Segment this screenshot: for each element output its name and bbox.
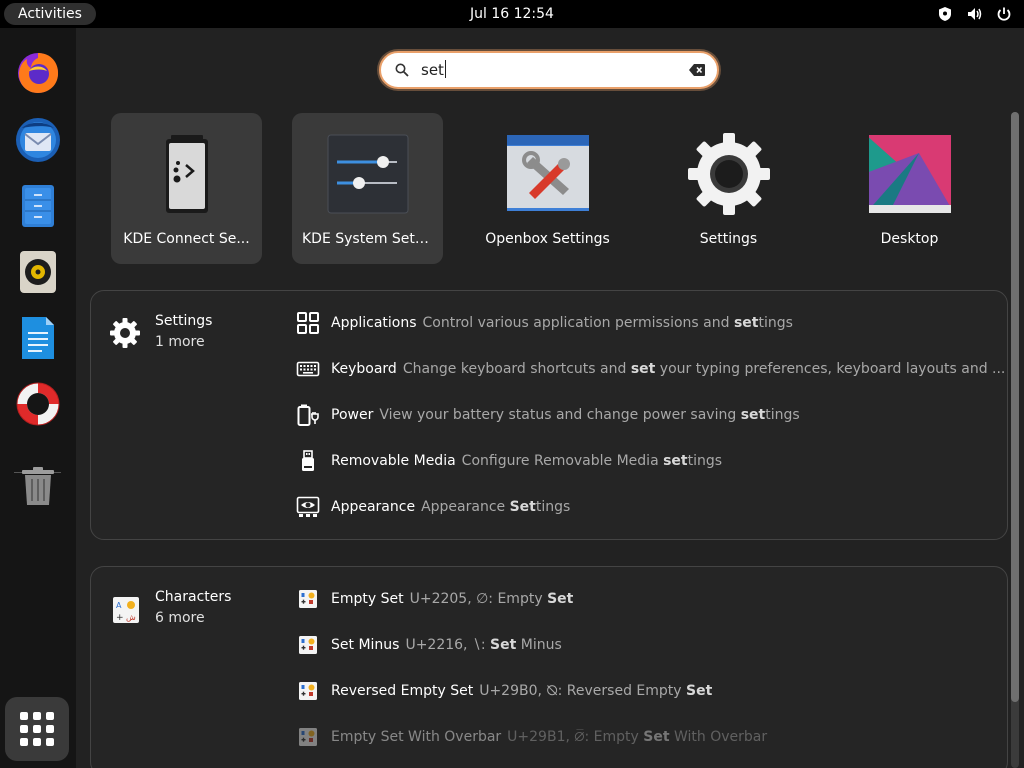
system-tray[interactable]	[938, 6, 1012, 22]
result-description: Control various application permissions …	[422, 315, 793, 331]
settings-gear-icon[interactable]	[109, 317, 141, 349]
firefox-icon[interactable]	[12, 46, 64, 98]
search-icon	[395, 63, 409, 77]
characters-icon[interactable]: A + ش	[109, 593, 143, 627]
result-title: Empty Set With Overbar	[331, 729, 502, 745]
activities-button[interactable]: Activities	[4, 3, 96, 25]
top-bar: Activities Jul 16 12:54	[0, 0, 1024, 28]
character-icon	[295, 724, 321, 750]
result-empty-set-with-overbar[interactable]: Empty Set With Overbar U+29B1, ⦱: Empty …	[295, 722, 767, 752]
app-label: Settings	[699, 231, 758, 247]
search-input[interactable]: set	[421, 60, 446, 80]
app-label: KDE System Sett...	[302, 231, 434, 247]
search-query-text: set	[421, 61, 444, 79]
result-title: Applications	[331, 315, 417, 331]
clock-label[interactable]: Jul 16 12:54	[470, 6, 554, 22]
result-set-minus[interactable]: Set Minus U+2216, ∖: Set Minus	[295, 630, 562, 660]
result-title: Set Minus	[331, 637, 400, 653]
result-removable-media[interactable]: Removable Media Configure Removable Medi…	[295, 446, 722, 476]
app-label: Desktop	[880, 231, 939, 247]
result-description: Change keyboard shortcuts and set your t…	[402, 361, 1006, 377]
result-description: View your battery status and change powe…	[379, 407, 800, 423]
desktop-wallpaper-icon	[869, 135, 951, 213]
provider-more-count[interactable]: 6 more	[155, 610, 205, 626]
result-power[interactable]: Power View your battery status and chang…	[295, 400, 800, 430]
writer-document-icon[interactable]	[12, 312, 64, 364]
result-empty-set[interactable]: Empty Set U+2205, ∅: Empty Set	[295, 584, 573, 614]
clock: Jul 16 12:54	[0, 0, 1024, 28]
kde-system-settings-icon	[327, 134, 409, 214]
results-scrollbar[interactable]	[1011, 112, 1019, 768]
app-label: Openbox Settings	[485, 231, 610, 247]
result-description: Configure Removable Media settings	[461, 453, 723, 469]
rhythmbox-icon[interactable]	[12, 246, 64, 298]
result-appearance[interactable]: Appearance Appearance Settings	[295, 492, 570, 522]
character-icon	[295, 586, 321, 612]
app-kde-connect-settings[interactable]: KDE Connect Se...	[111, 113, 262, 264]
apps-grid-icon	[295, 310, 321, 336]
result-title: Removable Media	[331, 453, 456, 469]
shield-icon[interactable]	[938, 6, 952, 22]
app-settings[interactable]: Settings	[653, 113, 804, 264]
power-icon[interactable]	[996, 6, 1012, 22]
search-entry[interactable]: set	[379, 51, 719, 89]
svg-text:+: +	[116, 613, 124, 623]
result-title: Keyboard	[331, 361, 397, 377]
text-caret	[444, 60, 446, 78]
result-applications[interactable]: Applications Control various application…	[295, 308, 793, 338]
scrollbar-thumb[interactable]	[1011, 112, 1019, 702]
provider-more-count[interactable]: 1 more	[155, 334, 205, 350]
result-description: U+2216, ∖: Set Minus	[405, 637, 562, 653]
appearance-icon	[295, 494, 321, 520]
provider-name[interactable]: Settings	[155, 313, 212, 329]
result-title: Appearance	[331, 499, 416, 515]
svg-text:A: A	[116, 601, 122, 610]
backspace-clear-icon[interactable]	[689, 64, 705, 76]
settings-search-provider: Settings 1 more Applications Control var…	[90, 290, 1008, 540]
kde-connect-icon	[166, 135, 208, 213]
provider-name[interactable]: Characters	[155, 589, 231, 605]
result-keyboard[interactable]: Keyboard Change keyboard shortcuts and s…	[295, 354, 1005, 384]
character-icon	[295, 678, 321, 704]
trash-icon[interactable]	[12, 460, 64, 512]
app-kde-system-settings[interactable]: KDE System Sett...	[292, 113, 443, 264]
result-description: U+2205, ∅: Empty Set	[409, 591, 574, 607]
dash	[0, 28, 76, 768]
show-applications-button[interactable]	[5, 697, 69, 761]
gear-icon	[688, 133, 770, 215]
thunderbird-icon[interactable]	[12, 114, 64, 166]
battery-power-icon	[295, 402, 321, 428]
app-label: KDE Connect Se...	[123, 231, 250, 247]
svg-text:ش: ش	[126, 613, 136, 622]
character-icon	[295, 632, 321, 658]
files-icon[interactable]	[12, 180, 64, 232]
app-desktop[interactable]: Desktop	[834, 113, 985, 264]
result-title: Power	[331, 407, 374, 423]
characters-search-provider: A + ش Characters 6 more Empty Set U+2205…	[90, 566, 1008, 768]
result-title: Reversed Empty Set	[331, 683, 474, 699]
usb-drive-icon	[295, 448, 321, 474]
app-openbox-settings[interactable]: Openbox Settings	[472, 113, 623, 264]
keyboard-icon	[295, 356, 321, 382]
help-lifebuoy-icon[interactable]	[12, 378, 64, 430]
result-description: U+29B1, ⦱: Empty Set With Overbar	[507, 729, 768, 745]
openbox-settings-icon	[507, 135, 589, 211]
volume-icon[interactable]	[966, 6, 982, 22]
result-reversed-empty-set[interactable]: Reversed Empty Set U+29B0, ⦰: Reversed E…	[295, 676, 712, 706]
result-description: Appearance Settings	[421, 499, 571, 515]
result-title: Empty Set	[331, 591, 404, 607]
result-description: U+29B0, ⦰: Reversed Empty Set	[479, 683, 713, 699]
grid-icon	[20, 712, 54, 746]
